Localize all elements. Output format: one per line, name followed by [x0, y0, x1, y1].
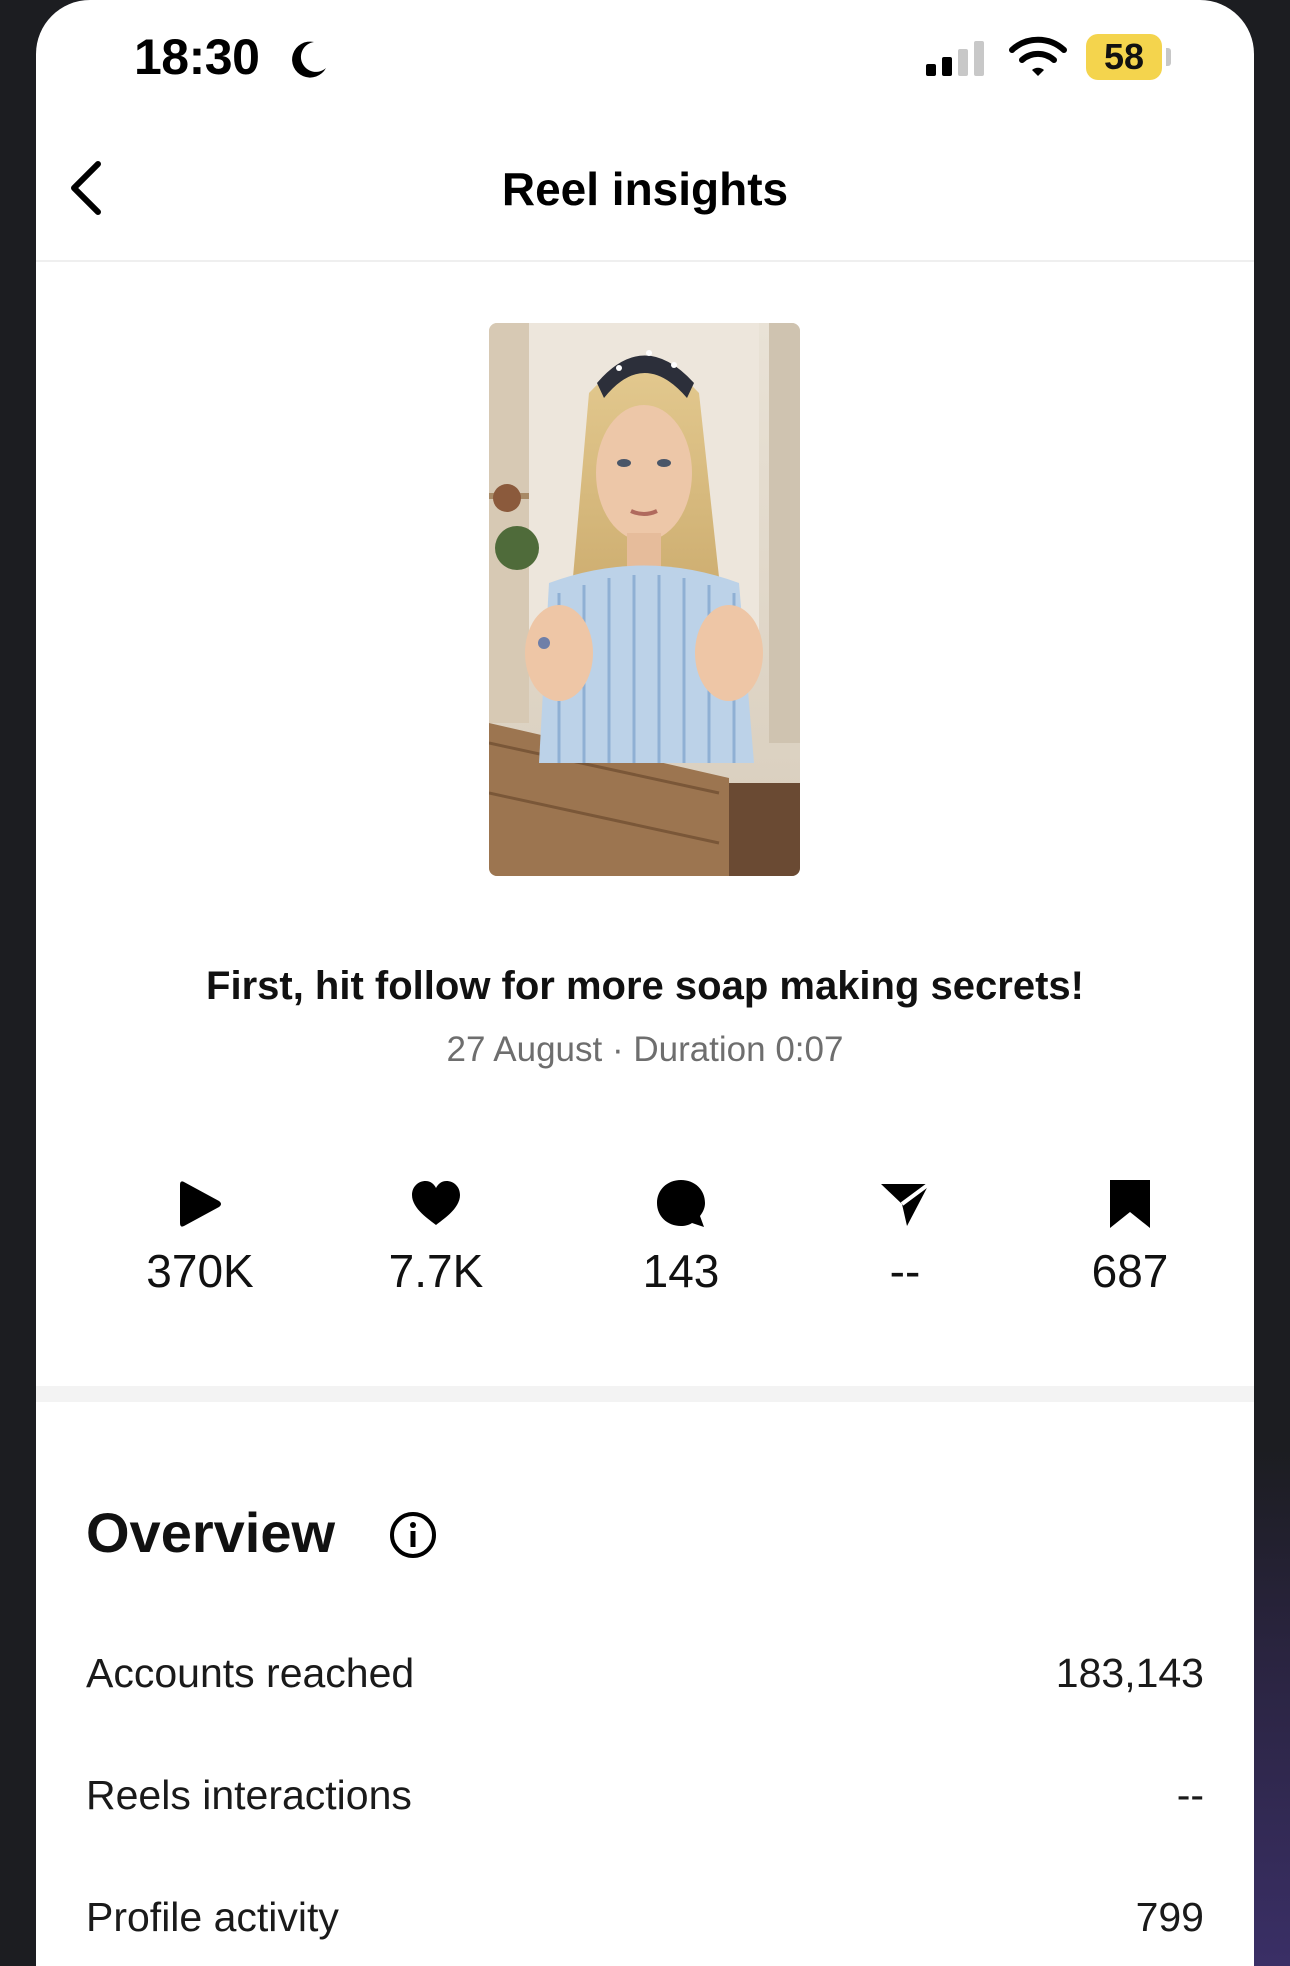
reels-interactions-value: -- [1176, 1772, 1204, 1818]
reel-thumbnail[interactable] [489, 323, 800, 876]
cellular-signal-icon [926, 41, 984, 76]
stat-shares: -- [805, 1176, 1005, 1298]
section-divider [36, 1386, 1254, 1402]
overview-heading: Overview [86, 1501, 336, 1564]
wifi-icon [1009, 36, 1067, 76]
stat-saves: 687 [1030, 1176, 1230, 1298]
plays-count: 370K [146, 1245, 254, 1297]
accounts-reached-label: Accounts reached [86, 1650, 415, 1696]
status-time: 18:30 [134, 29, 260, 85]
likes-count: 7.7K [388, 1245, 484, 1297]
bookmark-icon [1110, 1180, 1150, 1228]
battery-indicator: 58 [1086, 34, 1162, 80]
moon-icon [292, 41, 326, 78]
comments-count: 143 [642, 1245, 720, 1297]
overview-row-accounts-reached[interactable]: Accounts reached 183,143 [86, 1650, 1204, 1710]
comment-icon [657, 1180, 705, 1227]
phone-screen: 18:30 58 Reel insights First, hit follow… [36, 0, 1254, 1966]
background-edge [1250, 1450, 1290, 1966]
saves-count: 687 [1091, 1245, 1169, 1297]
overview-row-reels-interactions[interactable]: Reels interactions -- [86, 1772, 1204, 1832]
status-bar: 18:30 58 [36, 0, 1254, 110]
overview-row-profile-activity[interactable]: Profile activity 799 [86, 1894, 1204, 1954]
stat-plays: 370K [100, 1176, 300, 1298]
stat-comments: 143 [581, 1176, 781, 1298]
heart-icon [412, 1181, 460, 1225]
play-icon [180, 1181, 221, 1227]
reel-caption: First, hit follow for more soap making s… [206, 964, 1084, 1008]
profile-activity-label: Profile activity [86, 1894, 339, 1940]
share-icon [881, 1182, 931, 1226]
navigation-header: Reel insights [36, 110, 1254, 262]
accounts-reached-value: 183,143 [1055, 1650, 1204, 1696]
stat-likes: 7.7K [336, 1176, 536, 1298]
shares-count: -- [889, 1245, 921, 1297]
reels-interactions-label: Reels interactions [86, 1772, 412, 1818]
profile-activity-value: 799 [1135, 1894, 1204, 1940]
battery-tip [1166, 48, 1171, 66]
reel-date-duration: 27 August · Duration 0:07 [446, 1030, 844, 1069]
page-title: Reel insights [501, 163, 789, 215]
info-icon[interactable] [388, 1510, 438, 1560]
reel-thumbnail-image [489, 323, 800, 876]
